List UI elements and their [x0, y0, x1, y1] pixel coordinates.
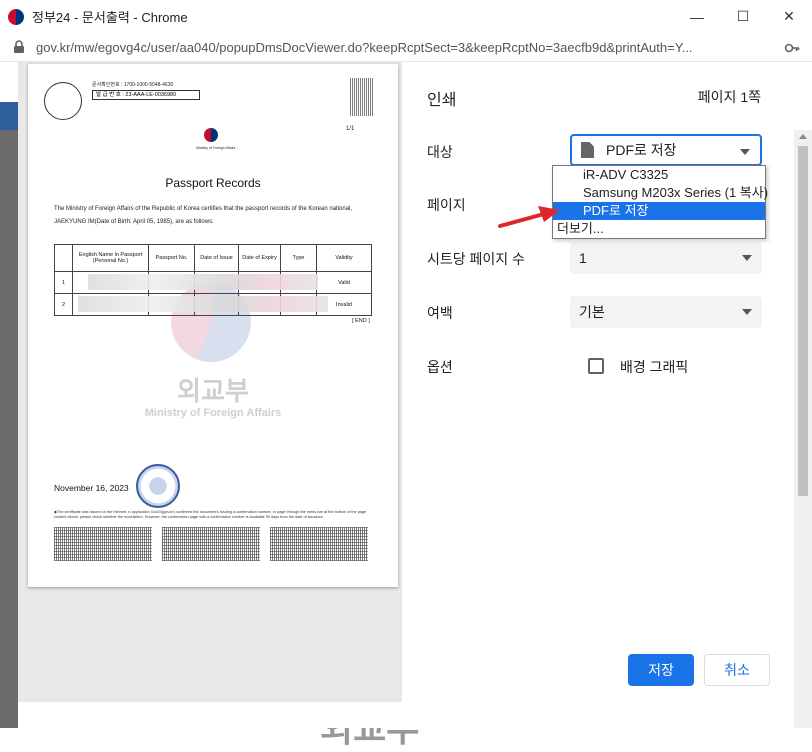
watermark-korean: 외교부: [177, 376, 249, 406]
preview-page[interactable]: 문서확인번호 : 1700-1000-5048-4630 발 급 번 호 : 2…: [28, 64, 398, 587]
minimize-button[interactable]: —: [674, 0, 720, 33]
window-controls: — ☐ ✕: [674, 0, 812, 33]
document-body: The Ministry of Foreign Affairs of the R…: [54, 206, 353, 225]
document-icon: [581, 142, 594, 158]
verification-barcode: [162, 527, 260, 561]
maximize-button[interactable]: ☐: [720, 0, 766, 33]
pages-label: 페이지: [427, 197, 466, 213]
issue-number-box: 발 급 번 호 : 23-AAA-LE-0036980: [92, 90, 200, 100]
red-arrow-icon: [498, 206, 560, 228]
print-settings-pane: 인쇄 페이지 1쪽 대상 PDF로 저장 페이지 시트당 페이지 수 1 여백 …: [402, 62, 812, 728]
chevron-down-icon: [740, 149, 750, 155]
table-header: Date of Expiry: [238, 244, 281, 272]
row-number: 2: [54, 293, 73, 316]
destination-label: 대상: [427, 144, 453, 160]
row-validity: Valid: [316, 271, 372, 294]
taegeuk-logo-icon: [204, 128, 218, 142]
window-title: 정부24 - 문서출력 - Chrome: [32, 10, 188, 25]
window-titlebar: 정부24 - 문서출력 - Chrome — ☐ ✕: [0, 0, 812, 33]
table-header: Passport No.: [148, 244, 195, 272]
lock-icon[interactable]: [12, 40, 26, 54]
address-bar: gov.kr/mw/egovg4c/user/aa040/popupDmsDoc…: [0, 33, 812, 62]
key-icon[interactable]: [784, 40, 800, 56]
pages-per-sheet-value: 1: [579, 250, 587, 266]
destination-select[interactable]: PDF로 저장: [570, 134, 762, 166]
issue-date: November 16, 2023: [54, 483, 129, 493]
page-indicator: 1/1: [346, 126, 355, 132]
watermark-english: Ministry of Foreign Affairs: [144, 407, 282, 419]
verification-barcode: [54, 527, 152, 561]
page-scrollbar[interactable]: [794, 130, 812, 728]
print-dialog: 문서확인번호 : 1700-1000-5048-4630 발 급 번 호 : 2…: [18, 62, 812, 728]
page-count: 페이지 1쪽: [697, 89, 761, 105]
scrollbar-thumb[interactable]: [798, 146, 808, 496]
print-preview-pane: 문서확인번호 : 1700-1000-5048-4630 발 급 번 호 : 2…: [18, 62, 402, 702]
gov24-app-icon: [8, 8, 24, 25]
close-button[interactable]: ✕: [766, 0, 812, 33]
table-header: [54, 244, 73, 272]
destination-option-ir-adv[interactable]: iR-ADV C3325: [553, 166, 765, 184]
dialog-title: 인쇄: [427, 92, 457, 109]
cancel-button[interactable]: 취소: [704, 654, 770, 686]
document-heading: Passport Records: [165, 176, 261, 190]
options-label: 옵션: [427, 359, 453, 375]
qr-code-icon: [350, 78, 374, 116]
verification-barcode: [270, 527, 368, 561]
url-text[interactable]: gov.kr/mw/egovg4c/user/aa040/popupDmsDoc…: [36, 40, 766, 55]
redacted-row-1: [88, 274, 318, 290]
end-mark: [ END ]: [352, 318, 370, 324]
issuer-stamp-icon: [44, 82, 82, 120]
destination-option-samsung[interactable]: Samsung M203x Series (1 복사): [553, 184, 768, 202]
table-header: Validity: [316, 244, 372, 272]
destination-value: PDF로 저장: [606, 142, 677, 158]
pages-per-sheet-label: 시트당 페이지 수: [427, 251, 525, 267]
redacted-row-2: [78, 296, 328, 312]
destination-option-more[interactable]: 더보기...: [553, 220, 765, 238]
margins-label: 여백: [427, 305, 453, 321]
document-footnote: ◆The certificate was issued on the Inter…: [54, 510, 367, 519]
chevron-down-icon: [742, 309, 752, 315]
table-header-row: English Name in Passport (Personal No.) …: [54, 244, 372, 272]
official-seal-icon: [136, 464, 180, 508]
margins-select[interactable]: 기본: [570, 296, 762, 328]
ministry-small-label: Ministry of Foreign Affairs: [196, 146, 236, 150]
margins-value: 기본: [579, 304, 605, 320]
scroll-up-icon[interactable]: [799, 134, 807, 139]
chevron-down-icon: [742, 255, 752, 261]
document-check-number: 문서확인번호 : 1700-1000-5048-4630: [92, 82, 174, 88]
destination-option-save-pdf[interactable]: PDF로 저장: [553, 202, 765, 220]
row-number: 1: [54, 271, 73, 294]
save-button[interactable]: 저장: [628, 654, 694, 686]
pages-per-sheet-select[interactable]: 1: [570, 242, 762, 274]
background-graphics-label[interactable]: 배경 그래픽: [620, 357, 688, 377]
table-header: English Name in Passport (Personal No.): [72, 244, 149, 272]
table-header: Date of Issue: [194, 244, 239, 272]
table-header: Type: [280, 244, 317, 272]
background-graphics-checkbox[interactable]: [588, 358, 604, 374]
destination-dropdown: iR-ADV C3325 Samsung M203x Series (1 복사)…: [552, 165, 768, 239]
